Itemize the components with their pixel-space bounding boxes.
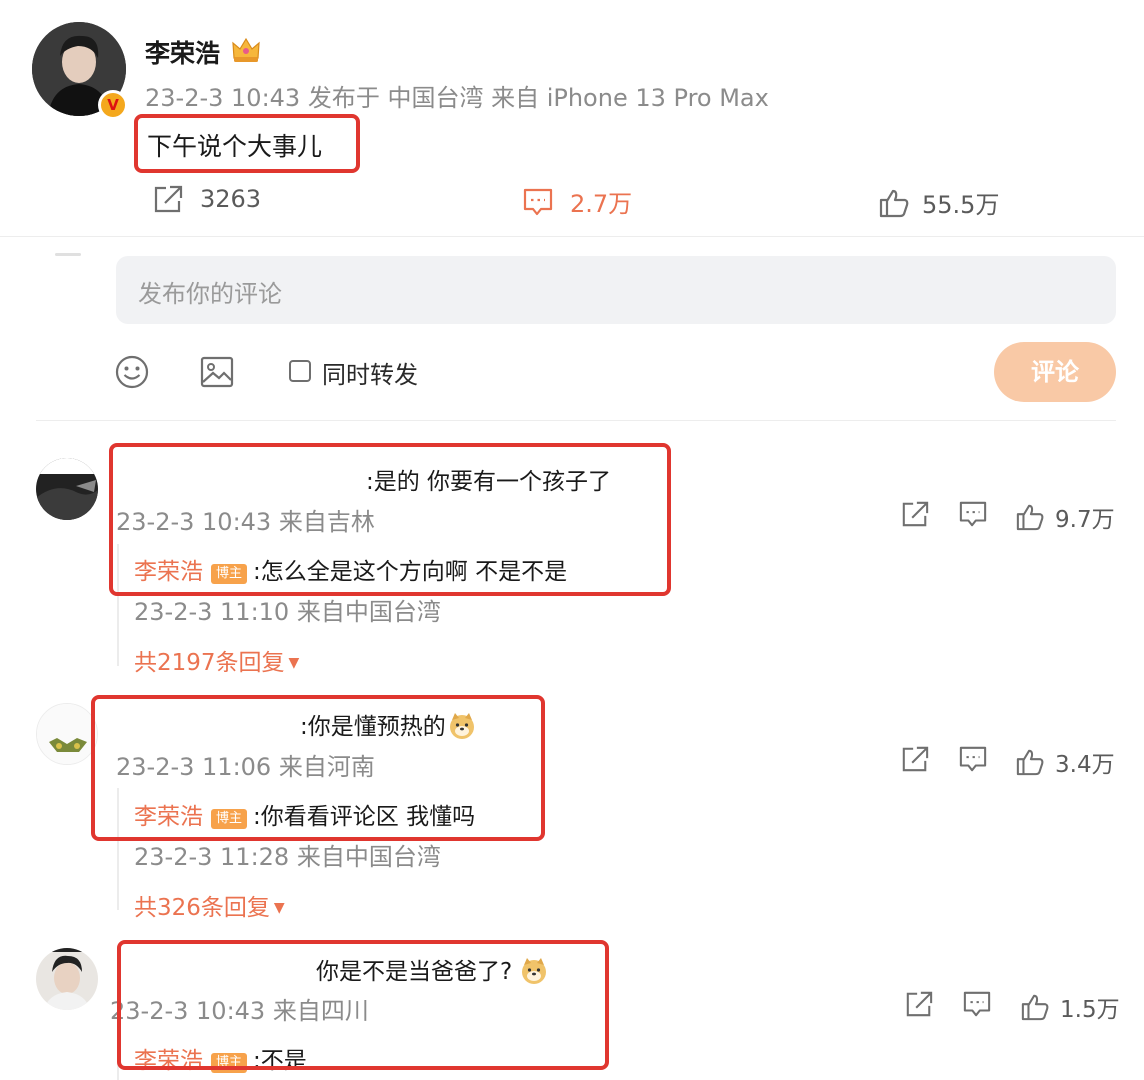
comment-like-button[interactable]: 1.5万 [1020,990,1120,1024]
reply-thread-line [117,1033,119,1080]
reply-meta: 23-2-3 11:10 来自中国台湾 [134,598,441,626]
caret-down-icon: ▼ [273,900,285,916]
comment-icon [962,990,992,1018]
reply: 李荣浩 博主:不是 [134,1041,307,1075]
repost-count: 3263 [200,185,262,213]
reply-text: :怎么全是这个方向啊 不是不是 [253,559,568,585]
doge-emoji-icon [448,712,476,746]
share-icon [900,745,930,773]
verified-badge: V [98,90,128,120]
doge-emoji-icon [520,957,548,991]
post-content: 下午说个大事儿 [147,132,323,161]
comment-text: :你是懂预热的 [300,707,476,746]
blogger-badge: 博主 [211,564,248,584]
crown-icon [231,36,261,64]
like-count: 55.5万 [922,191,1000,219]
thumbs-up-icon [1015,748,1045,776]
image-icon[interactable] [199,354,235,390]
reply-thread-line [117,544,119,666]
comment-like-count: 9.7万 [1055,507,1115,533]
reply-text: :不是 [253,1048,307,1074]
also-repost-label[interactable]: 同时转发 [322,355,418,390]
reply-text: :你看看评论区 我懂吗 [253,804,476,830]
blogger-badge: 博主 [211,1053,248,1073]
comment-icon [958,745,988,773]
share-icon [900,500,930,528]
reply-thread-line [117,788,119,910]
my-avatar-edge [55,253,81,256]
more-replies-link[interactable]: 共2197条回复 ▼ [134,643,299,677]
comment-reply-button[interactable] [958,500,988,528]
more-replies-link[interactable]: 共326条回复 ▼ [134,888,285,922]
comment-repost-button[interactable] [900,745,930,773]
comment-meta: 23-2-3 10:43 来自四川 [110,997,369,1025]
comment-input-placeholder: 发布你的评论 [138,280,282,308]
commenter-avatar[interactable] [36,458,98,520]
commenter-avatar[interactable] [36,703,98,765]
author-name[interactable]: 李荣浩 [145,34,220,70]
comment-text: 你是不是当爸爸了? [316,952,548,991]
like-button[interactable]: 55.5万 [878,185,999,220]
comment-repost-button[interactable] [900,500,930,528]
comment-reply-button[interactable] [958,745,988,773]
comment-like-count: 3.4万 [1055,752,1115,778]
comment-button[interactable]: 2.7万 [522,184,632,219]
comment-icon [522,187,554,217]
repost-button[interactable]: 3263 [152,184,261,214]
comment-meta: 23-2-3 11:06 来自河南 [116,753,375,781]
caret-down-icon: ▼ [288,655,300,671]
divider [0,236,1144,237]
reply-author[interactable]: 李荣浩 [134,804,203,830]
thumbs-up-icon [1020,993,1050,1021]
comment-like-count: 1.5万 [1060,997,1120,1023]
comment-input[interactable]: 发布你的评论 [116,256,1116,324]
reply-author[interactable]: 李荣浩 [134,1048,203,1074]
reply: 李荣浩 博主:你看看评论区 我懂吗 [134,797,475,831]
comment-count: 2.7万 [570,190,633,218]
divider [36,420,1116,421]
thumbs-up-icon [878,188,910,218]
also-repost-checkbox[interactable] [289,360,311,382]
submit-comment-button[interactable]: 评论 [994,342,1116,402]
emoji-icon[interactable] [114,354,150,390]
reply: 李荣浩 博主:怎么全是这个方向啊 不是不是 [134,552,567,586]
comment-reply-button[interactable] [962,990,992,1018]
comment-icon [958,500,988,528]
commenter-avatar[interactable] [36,948,98,1010]
comment-like-button[interactable]: 9.7万 [1015,500,1115,534]
share-icon [152,184,184,214]
comment-text: :是的 你要有一个孩子了 [366,469,612,495]
share-icon [904,990,934,1018]
comment-meta: 23-2-3 10:43 来自吉林 [116,508,375,536]
comment-repost-button[interactable] [904,990,934,1018]
post-meta: 23-2-3 10:43 发布于 中国台湾 来自 iPhone 13 Pro M… [145,84,769,112]
reply-meta: 23-2-3 11:28 来自中国台湾 [134,843,441,871]
reply-author[interactable]: 李荣浩 [134,559,203,585]
blogger-badge: 博主 [211,809,248,829]
thumbs-up-icon [1015,503,1045,531]
comment-like-button[interactable]: 3.4万 [1015,745,1115,779]
